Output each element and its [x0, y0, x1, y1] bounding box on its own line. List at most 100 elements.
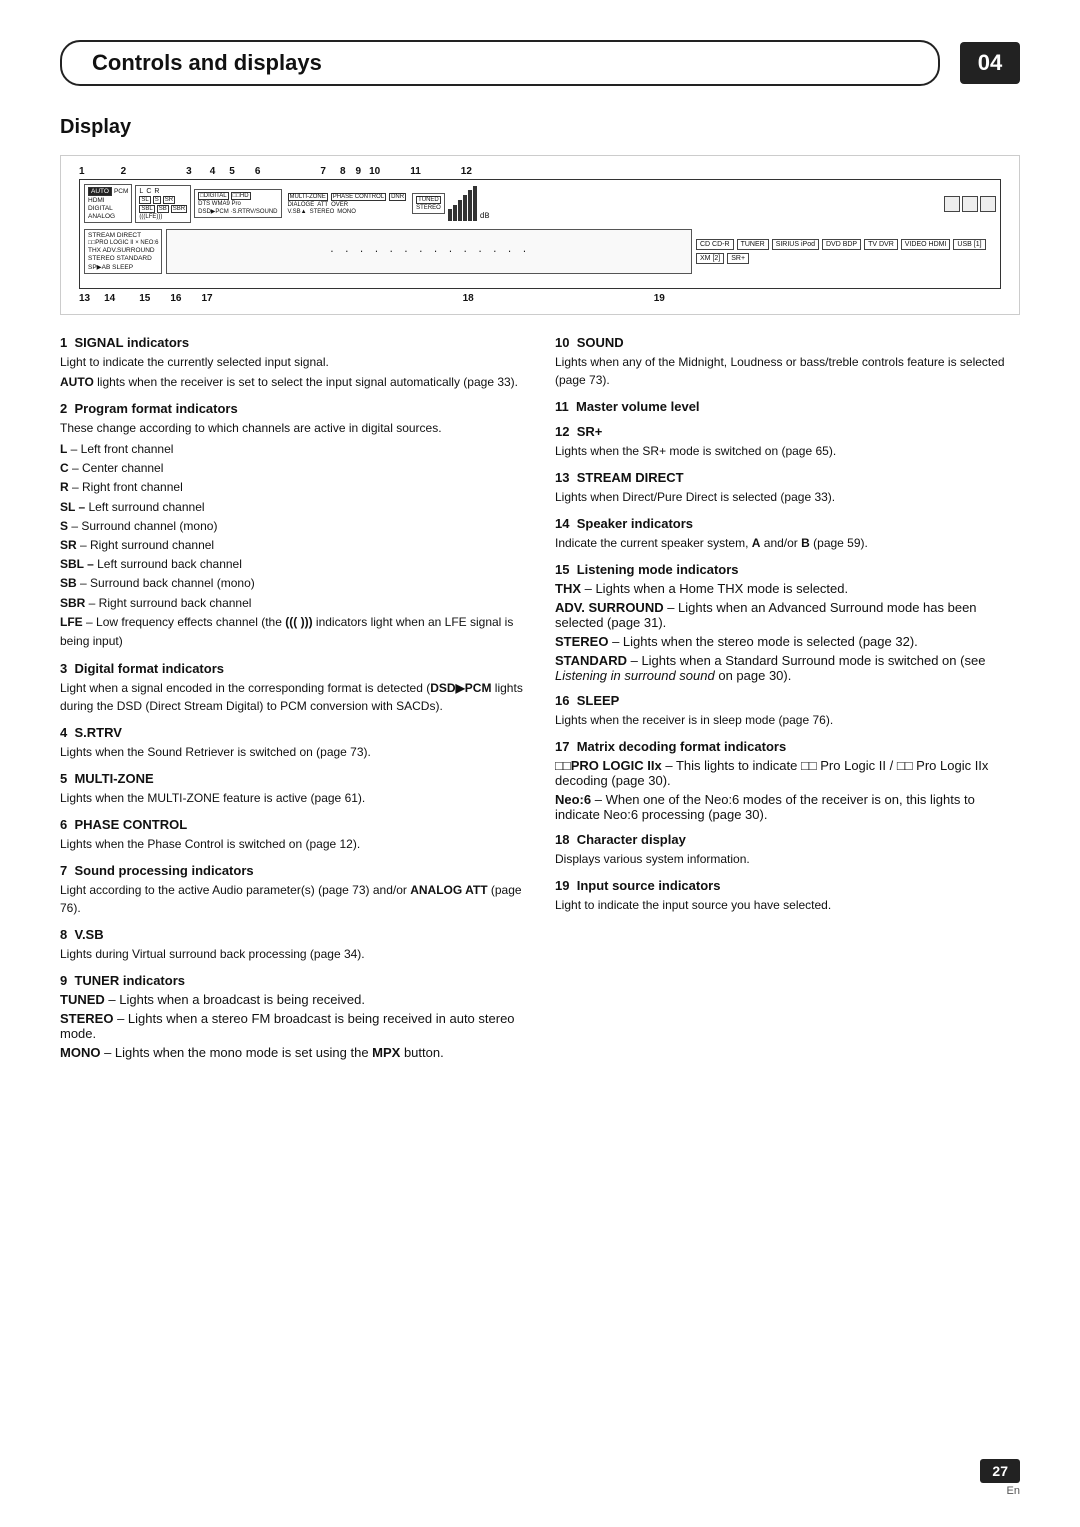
vol-bar-3 — [458, 200, 462, 221]
entry-15-num: 15 — [555, 562, 569, 577]
src-dvd: DVD BDP — [822, 239, 861, 250]
entry-3-num: 3 — [60, 661, 67, 676]
tuner-mono-desc: – Lights when the mono mode is set using… — [100, 1045, 372, 1060]
entry-1-body: Light to indicate the currently selected… — [60, 353, 525, 371]
entry-2-list: L – Left front channel C – Center channe… — [60, 440, 525, 651]
prog-SBR: SBR — [171, 205, 187, 213]
prog-R-item: R – Right front channel — [60, 478, 525, 497]
entry-4-label: S.RTRV — [74, 725, 121, 740]
thx-term: THX — [555, 581, 581, 596]
prog-R: R — [154, 188, 159, 195]
entry-15: 15 Listening mode indicators THX – Light… — [555, 562, 1020, 683]
stream-direct-ind: STREAM DIRECT — [88, 232, 158, 239]
entry-5-num: 5 — [60, 771, 67, 786]
diag-num-19: 19 — [654, 293, 665, 304]
entry-7-label: Sound processing indicators — [74, 863, 253, 878]
src-tuner: TUNER — [737, 239, 769, 250]
entry-17-label: Matrix decoding format indicators — [577, 739, 786, 754]
entry-8-title: 8 V.SB — [60, 927, 525, 942]
entry-16-body: Lights when the receiver is in sleep mod… — [555, 711, 1020, 729]
entry-16-label: SLEEP — [577, 693, 620, 708]
db-label: dB — [480, 212, 490, 221]
diagram-area: 1 2 3 4 5 6 7 8 9 10 11 12 AUTO PCM — [60, 155, 1020, 315]
dialog-ind: DIALOGE — [288, 202, 315, 208]
entry-18-title: 18 Character display — [555, 832, 1020, 847]
entry-14-title: 14 Speaker indicators — [555, 516, 1020, 531]
entry-2-body: These change according to which channels… — [60, 419, 525, 437]
entry-15-label: Listening mode indicators — [577, 562, 739, 577]
volume-block: dB — [448, 186, 490, 221]
prog-row2: SL S SR — [139, 196, 187, 204]
src-sq-3 — [980, 196, 996, 212]
entry-3: 3 Digital format indicators Light when a… — [60, 661, 525, 715]
stereo-tuner-ind: STEREO — [416, 205, 441, 211]
diag-num-6: 6 — [255, 166, 261, 177]
entry-14: 14 Speaker indicators Indicate the curre… — [555, 516, 1020, 552]
prog-S-item: S – Surround channel (mono) — [60, 517, 525, 536]
entry-12: 12 SR+ Lights when the SR+ mode is switc… — [555, 424, 1020, 460]
tuner-mono: MONO – Lights when the mono mode is set … — [60, 1045, 525, 1060]
prog-C: C — [146, 188, 151, 195]
right-column: 10 SOUND Lights when any of the Midnight… — [555, 335, 1020, 1070]
entry-13-body: Lights when Direct/Pure Direct is select… — [555, 488, 1020, 506]
entry-4-num: 4 — [60, 725, 67, 740]
entry-9-title: 9 TUNER indicators — [60, 973, 525, 988]
tuned-term: TUNED — [60, 992, 105, 1007]
src-sq-1 — [944, 196, 960, 212]
entry-10-label: SOUND — [577, 335, 624, 350]
page-language: En — [1007, 1485, 1020, 1497]
page-number: 27 — [980, 1459, 1020, 1483]
phase-ctrl-ind: PHASE CONTROL — [331, 193, 386, 201]
entry-18-body: Displays various system information. — [555, 850, 1020, 868]
entry-19-num: 19 — [555, 878, 569, 893]
diag-num-11: 11 — [410, 166, 421, 177]
entry-1-title: 1 SIGNAL indicators — [60, 335, 525, 350]
diag-num-5: 5 — [229, 166, 235, 177]
entry-14-label: Speaker indicators — [577, 516, 693, 531]
prog-SB-item: SB – Surround back channel (mono) — [60, 574, 525, 593]
diag-num-1: 1 — [79, 166, 85, 177]
stereo-mode-ind: STEREO STANDARD — [88, 255, 152, 262]
src-cd: CD CD-R — [696, 239, 734, 250]
entry-6-num: 6 — [60, 817, 67, 832]
over-ind: OVER — [331, 202, 348, 208]
entry-8-body: Lights during Virtual surround back proc… — [60, 945, 525, 963]
zone-row3: V.SB▲ STEREO MONO — [288, 209, 407, 215]
entry-11-label: Master volume level — [576, 399, 700, 414]
entry-2-title: 2 Program format indicators — [60, 401, 525, 416]
src-sq-2 — [962, 196, 978, 212]
entry-1: 1 SIGNAL indicators Light to indicate th… — [60, 335, 525, 391]
dig-digital: □DIGITAL — [198, 192, 229, 200]
header-bar: Controls and displays 04 — [60, 40, 1020, 86]
vol-bar-5 — [468, 190, 472, 222]
listen-stereo: STEREO – Lights when the stereo mode is … — [555, 634, 1020, 649]
tuner-stereo-term: STEREO — [60, 1011, 113, 1026]
entry-1-label: SIGNAL indicators — [74, 335, 189, 350]
diag-num-13: 13 — [79, 293, 90, 304]
listen-adv: ADV. SURROUND – Lights when an Advanced … — [555, 600, 1020, 630]
matrix-prologic: □□PRO LOGIC IIx – This lights to indicat… — [555, 758, 1020, 788]
entry-7-body: Light according to the active Audio para… — [60, 881, 525, 917]
entry-5: 5 MULTI-ZONE Lights when the MULTI-ZONE … — [60, 771, 525, 807]
entry-12-title: 12 SR+ — [555, 424, 1020, 439]
entry-6-body: Lights when the Phase Control is switche… — [60, 835, 525, 853]
prog-C-item: C – Center channel — [60, 459, 525, 478]
hdmi-label: HDMI — [88, 197, 105, 204]
page-container: Controls and displays 04 Display 1 2 3 4… — [0, 0, 1080, 1527]
signal-row2: HDMI — [88, 197, 128, 204]
dig-hd: □□HD — [231, 192, 251, 200]
left-column: 1 SIGNAL indicators Light to indicate th… — [60, 335, 525, 1070]
entry-14-body: Indicate the current speaker system, A a… — [555, 534, 1020, 552]
digital-format-block: □DIGITAL □□HD DTS WMA9 Pro DSD▶PCM ·S.RT… — [194, 189, 281, 218]
diag-num-9: 9 — [356, 166, 362, 177]
entry-13: 13 STREAM DIRECT Lights when Direct/Pure… — [555, 470, 1020, 506]
vol-bar-1 — [448, 209, 452, 221]
diag-num-8: 8 — [340, 166, 346, 177]
prog-SR-item: SR – Right surround channel — [60, 536, 525, 555]
prog-L: L — [139, 188, 143, 195]
standard-term: STANDARD — [555, 653, 627, 668]
prog-SBL-item: SBL – Left surround back channel — [60, 555, 525, 574]
entry-3-body: Light when a signal encoded in the corre… — [60, 679, 525, 715]
zone-phase-block: MULTI-ZONE PHASE CONTROL DNR DIALOGE ATT… — [285, 191, 410, 217]
entry-14-num: 14 — [555, 516, 569, 531]
